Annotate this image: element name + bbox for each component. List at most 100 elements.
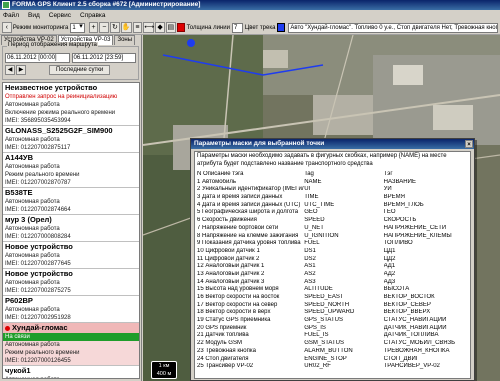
device-item[interactable]: чукой1Автономная работаIMEI: 01220700287… xyxy=(3,366,139,378)
app-title: FORMA GPS Клиент 2.5 сборка #672 [Админи… xyxy=(12,1,201,8)
ruler-icon[interactable]: ⟷ xyxy=(143,22,154,33)
device-status-line: Автономная работа xyxy=(5,280,60,286)
close-icon[interactable]: × xyxy=(465,140,473,148)
last-day-button[interactable]: Последние сутки xyxy=(49,65,111,75)
device-item[interactable]: Новое устройство Автономная работа IMEI: 0… xyxy=(3,269,139,296)
table-cell: ВЕКТОР_ВВЕРХ xyxy=(383,309,431,316)
table-cell: SPEED_EAST xyxy=(304,294,344,300)
table-cell: АД2 xyxy=(383,270,396,277)
scale-label-bottom: 400 м xyxy=(156,371,172,377)
device-item[interactable]: Неизвестное устройство Отправлен запрос н… xyxy=(3,83,139,126)
device-status-line: IMEI: 012207000126455 xyxy=(3,357,139,365)
track-color-swatch[interactable] xyxy=(277,23,286,32)
device-status-line: Режим реального времени xyxy=(3,349,139,357)
table-row: 14 Аналоговый датчик 3 AS3 АД3 xyxy=(197,279,468,287)
table-row: 13 Аналоговый датчик 2 AS2 АД2 xyxy=(197,271,468,279)
table-cell: Tag xyxy=(304,171,314,177)
table-cell: СТАТУС_МОБИЛ_СВЯЗЬ xyxy=(383,340,456,347)
app-icon xyxy=(2,1,10,9)
menu-view[interactable]: Вид xyxy=(28,12,40,19)
menu-file[interactable]: Файл xyxy=(3,12,19,19)
device-list[interactable]: Неизвестное устройство Отправлен запрос н… xyxy=(2,82,140,379)
dialog-intro-1: Параметры маски необходимо задавать в фи… xyxy=(197,153,447,159)
layers-icon[interactable]: ≡ xyxy=(132,22,143,33)
table-cell: GPS_STATUS xyxy=(304,317,343,324)
device-item[interactable]: GLONASS_S2525G2F_SIM900 Автономная работа… xyxy=(3,126,139,153)
device-name-text: А144УВ xyxy=(5,153,34,162)
device-name-text: Новое устройство xyxy=(5,242,73,251)
table-row: 21 Датчик топлива FUEL_IS ДАТЧИК_ТОПЛИВА xyxy=(197,332,468,340)
table-cell: 9 Показания датчика уровня топлива xyxy=(197,240,301,247)
table-cell: FUEL_IS xyxy=(304,332,329,339)
dialog-body: Параметры маски необходимо задавать в фи… xyxy=(194,151,471,379)
table-cell: ТОПЛИВО xyxy=(383,240,413,247)
device-item[interactable]: Хундай-гломас На связи Автономная работа Ре… xyxy=(3,323,139,366)
device-name-text: Новое устройство xyxy=(5,269,73,278)
table-cell: 24 Стоп двигателя xyxy=(197,355,249,362)
tab-zones[interactable]: Зоны xyxy=(114,35,136,45)
zoom-in-icon[interactable]: + xyxy=(88,22,99,33)
thickness-label: Толщина линии xyxy=(186,24,230,31)
table-row: 17 Вектор скорости на север SPEED_NORTH ВЕ… xyxy=(197,302,468,310)
back-icon[interactable]: ‹ xyxy=(2,22,12,33)
mode-label: Режим мониторинга xyxy=(12,24,69,31)
table-cell: 6 Скорость движения xyxy=(197,217,257,224)
table-cell: 15 Высота над уровнем моря xyxy=(197,286,279,293)
refresh-icon[interactable]: ↻ xyxy=(110,22,120,33)
device-status-line: На связи xyxy=(3,333,139,341)
flag-icon[interactable] xyxy=(176,23,185,32)
menu-help[interactable]: Справка xyxy=(80,12,106,19)
pin-icon[interactable]: ◆ xyxy=(155,22,165,33)
device-item[interactable]: мур 3 (Орел) Автономная работа IMEI: 01220… xyxy=(3,215,139,242)
table-cell: 23 Тревожная кнопка xyxy=(197,347,256,354)
next-day-button[interactable]: ▶ xyxy=(16,65,26,75)
table-cell: 19 Статус GPS приемника xyxy=(197,317,271,324)
table-cell: 3 Дата и время записи данных xyxy=(197,194,283,201)
device-status-line: IMEI: 012207002874664 xyxy=(5,207,71,213)
period-from-field[interactable]: 06.11.2012 [00:00] xyxy=(5,53,70,63)
device-status-line: Автономная работа xyxy=(3,341,139,349)
dialog-titlebar: Параметры маски для выбранной точки × xyxy=(191,139,474,149)
table-row: 11 Цифровой датчик 2 DS2 ЦД2 xyxy=(197,256,468,264)
device-status-line: IMEI: 012207002951928 xyxy=(5,315,71,321)
table-cell: НАПРЯЖЕНИЕ_СЕТИ xyxy=(383,224,447,231)
table-row: 18 Вектор скорости в верх SPEED_UPWARD ВЕК… xyxy=(197,309,468,317)
table-cell: 5 Географическая широта и долгота xyxy=(197,209,299,216)
table-cell: AS3 xyxy=(304,278,316,285)
table-cell: GPS_IS xyxy=(304,324,326,331)
device-name: мур 3 (Орел) xyxy=(3,215,139,225)
zoom-out-icon[interactable]: − xyxy=(99,22,110,33)
device-item[interactable]: А144УВ Автономная работа Режим реального в… xyxy=(3,153,139,188)
device-status-line: IMEI: 012207002875275 xyxy=(5,288,71,294)
table-cell: 2 Уникальный идентификатор (IMEI или ID) xyxy=(197,186,304,193)
table-cell: 7 Напряжение бортовой сети xyxy=(197,224,279,231)
table-cell: TIME xyxy=(304,194,319,201)
table-cell: ДАТЧИК_НАВИГАЦИИ xyxy=(383,324,447,331)
table-row: 5 Географическая широта и долгота GEO ГЕО xyxy=(197,209,468,217)
table-cell: ГЕО xyxy=(383,209,396,216)
prev-day-button[interactable]: ◀ xyxy=(5,65,15,75)
print-icon[interactable]: ▤ xyxy=(165,22,176,33)
table-cell: AS2 xyxy=(304,270,316,277)
device-item[interactable]: Новое устройство Автономная работа IMEI: 0… xyxy=(3,242,139,269)
table-cell: 25 Трансивер VP-02 xyxy=(197,363,254,370)
table-cell: 8 Напряжение на клемме зажигания xyxy=(197,232,299,239)
device-status-line: Включение режима реального времени xyxy=(5,110,116,116)
table-row: 1 Автомобиль NAME НАЗВАНИЕ xyxy=(197,179,468,187)
scale-label-top: 1 км xyxy=(158,363,170,369)
table-row: 16 Вектор скорости на восток SPEED_EAST ВЕ… xyxy=(197,294,468,302)
mode-select[interactable]: 1 xyxy=(70,22,85,33)
device-item[interactable]: Р602ВР Автономная работа IMEI: 01220700295… xyxy=(3,296,139,323)
period-to-field[interactable]: 06.11.2012 [23:59] xyxy=(71,53,136,63)
table-cell: ВРЕМЯ xyxy=(383,194,405,201)
table-cell: ЦД1 xyxy=(383,247,396,254)
table-cell: U_IGNITION xyxy=(304,232,339,239)
table-cell: SPEED_UPWARD xyxy=(304,309,355,316)
selected-dot-icon xyxy=(5,325,10,331)
device-item[interactable]: В538ТЕ Автономная работа IMEI: 01220700287… xyxy=(3,188,139,215)
menu-service[interactable]: Сервис xyxy=(49,12,71,19)
thickness-input[interactable]: 7 xyxy=(231,22,243,33)
table-cell: N Описание тэга xyxy=(197,171,244,177)
period-group: Период отображения маршрута 06.11.2012 [… xyxy=(2,42,139,80)
hand-icon[interactable]: ✋ xyxy=(120,22,132,33)
